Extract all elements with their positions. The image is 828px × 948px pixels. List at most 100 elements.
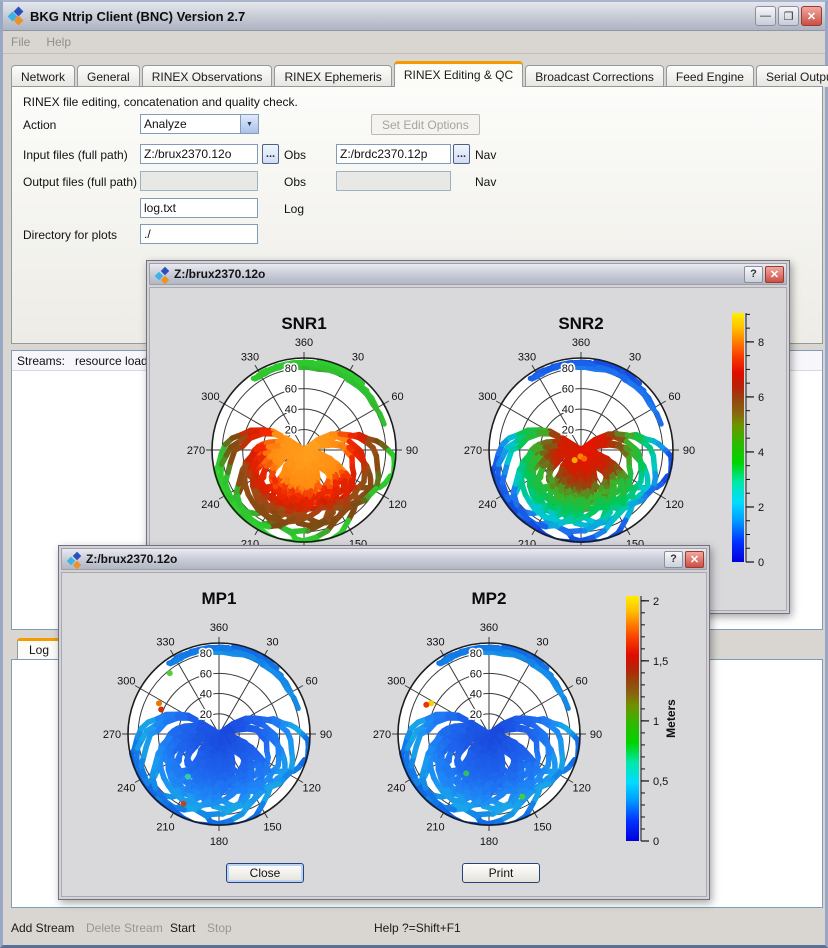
svg-text:40: 40 (285, 404, 297, 416)
input-files-label: Input files (full path) (23, 148, 128, 162)
svg-text:180: 180 (210, 836, 228, 848)
print-plot-button[interactable]: Print (462, 863, 540, 883)
mp-plot-dialog: Z:/brux2370.12o ? ✕ 20406080306090120150… (58, 545, 710, 900)
svg-text:90: 90 (590, 729, 602, 741)
add-stream-action[interactable]: Add Stream (11, 921, 74, 935)
svg-text:60: 60 (200, 668, 212, 680)
svg-text:40: 40 (562, 404, 574, 416)
svg-text:0: 0 (758, 557, 764, 569)
mp-skyplots-canvas: 2040608030609012015018021024027030033036… (62, 573, 706, 896)
bnc-logo-icon (8, 7, 26, 25)
input-obs-field[interactable] (140, 144, 258, 164)
svg-text:270: 270 (464, 445, 482, 457)
snr2-plot-title: SNR2 (521, 314, 641, 334)
svg-text:20: 20 (470, 709, 482, 721)
svg-text:2: 2 (758, 502, 764, 514)
svg-text:40: 40 (470, 689, 482, 701)
mp-dialog-body: 2040608030609012015018021024027030033036… (61, 572, 707, 897)
snr-dialog-titlebar[interactable]: Z:/brux2370.12o ? ✕ (149, 263, 787, 285)
bnc-logo-icon (67, 552, 82, 567)
svg-text:2: 2 (653, 596, 659, 608)
svg-text:30: 30 (266, 636, 278, 648)
tab-log[interactable]: Log (17, 638, 61, 659)
svg-text:300: 300 (478, 391, 496, 403)
action-select[interactable]: Analyze ▼ (140, 114, 259, 134)
tab-general[interactable]: General (77, 65, 140, 87)
action-value: Analyze (141, 115, 240, 133)
svg-text:80: 80 (200, 648, 212, 660)
close-button-icon[interactable]: ✕ (801, 6, 822, 26)
directory-for-plots-label: Directory for plots (23, 228, 117, 242)
mp-dialog-titlebar[interactable]: Z:/brux2370.12o ? ✕ (61, 548, 707, 570)
delete-stream-action: Delete Stream (86, 921, 163, 935)
action-label: Action (23, 118, 56, 132)
svg-text:60: 60 (391, 391, 403, 403)
tab-rinex-ephemeris[interactable]: RINEX Ephemeris (274, 65, 391, 87)
svg-text:240: 240 (387, 783, 405, 795)
svg-text:1,5: 1,5 (653, 656, 668, 668)
svg-text:300: 300 (387, 676, 405, 688)
tab-rinex-observations[interactable]: RINEX Observations (142, 65, 273, 87)
svg-text:300: 300 (117, 676, 135, 688)
close-button-icon[interactable]: ✕ (765, 266, 784, 283)
browse-nav-button[interactable]: ... (453, 144, 470, 164)
svg-text:240: 240 (117, 783, 135, 795)
svg-text:20: 20 (562, 425, 574, 437)
svg-text:150: 150 (533, 822, 551, 834)
svg-text:80: 80 (285, 363, 297, 375)
bnc-logo-icon (155, 267, 170, 282)
close-button-icon[interactable]: ✕ (685, 551, 704, 568)
page-description: RINEX file editing, concatenation and qu… (23, 95, 298, 109)
svg-text:6: 6 (758, 392, 764, 404)
svg-text:60: 60 (576, 676, 588, 688)
tab-rinex-editing-qc[interactable]: RINEX Editing & QC (394, 61, 523, 87)
svg-text:120: 120 (302, 783, 320, 795)
window-title: BKG Ntrip Client (BNC) Version 2.7 (30, 9, 245, 24)
minimize-button-icon[interactable]: — (755, 6, 776, 26)
svg-text:90: 90 (406, 445, 418, 457)
svg-text:270: 270 (187, 445, 205, 457)
tab-broadcast-corrections[interactable]: Broadcast Corrections (525, 65, 664, 87)
svg-text:210: 210 (156, 822, 174, 834)
logfile-field[interactable] (140, 198, 258, 218)
input-nav-field[interactable] (336, 144, 451, 164)
svg-text:150: 150 (263, 822, 281, 834)
plots-directory-field[interactable] (140, 224, 258, 244)
svg-text:240: 240 (478, 499, 496, 511)
svg-text:0: 0 (653, 836, 659, 848)
help-button-icon[interactable]: ? (744, 266, 763, 283)
svg-text:80: 80 (470, 648, 482, 660)
svg-text:300: 300 (201, 391, 219, 403)
svg-text:330: 330 (156, 636, 174, 648)
svg-text:360: 360 (295, 337, 313, 349)
svg-text:30: 30 (352, 351, 364, 363)
help-button-icon[interactable]: ? (664, 551, 683, 568)
svg-text:240: 240 (201, 499, 219, 511)
svg-text:120: 120 (572, 783, 590, 795)
svg-text:60: 60 (562, 384, 574, 396)
mp1-plot-title: MP1 (159, 589, 279, 609)
maximize-button-icon[interactable]: ❐ (778, 6, 799, 26)
tab-serial-output[interactable]: Serial Output (756, 65, 828, 87)
start-action[interactable]: Start (170, 921, 195, 935)
svg-text:330: 330 (426, 636, 444, 648)
menu-help[interactable]: Help (38, 33, 79, 51)
menu-file[interactable]: File (3, 33, 38, 51)
tab-feed-engine[interactable]: Feed Engine (666, 65, 754, 87)
svg-text:330: 330 (241, 351, 259, 363)
svg-text:180: 180 (480, 836, 498, 848)
log-label: Log (284, 202, 304, 216)
tab-network[interactable]: Network (11, 65, 75, 87)
snr1-plot-title: SNR1 (244, 314, 364, 334)
svg-text:360: 360 (572, 337, 590, 349)
set-edit-options-button[interactable]: Set Edit Options (371, 114, 480, 135)
close-plot-button[interactable]: Close (226, 863, 304, 883)
status-bar: Add Stream Delete Stream Start Stop Help… (3, 917, 825, 941)
output-obs-field (140, 171, 258, 191)
chevron-down-icon: ▼ (240, 115, 258, 133)
svg-text:Meters: Meters (664, 699, 678, 738)
svg-text:80: 80 (562, 363, 574, 375)
browse-obs-button[interactable]: ... (262, 144, 279, 164)
svg-text:20: 20 (285, 425, 297, 437)
svg-text:120: 120 (388, 499, 406, 511)
